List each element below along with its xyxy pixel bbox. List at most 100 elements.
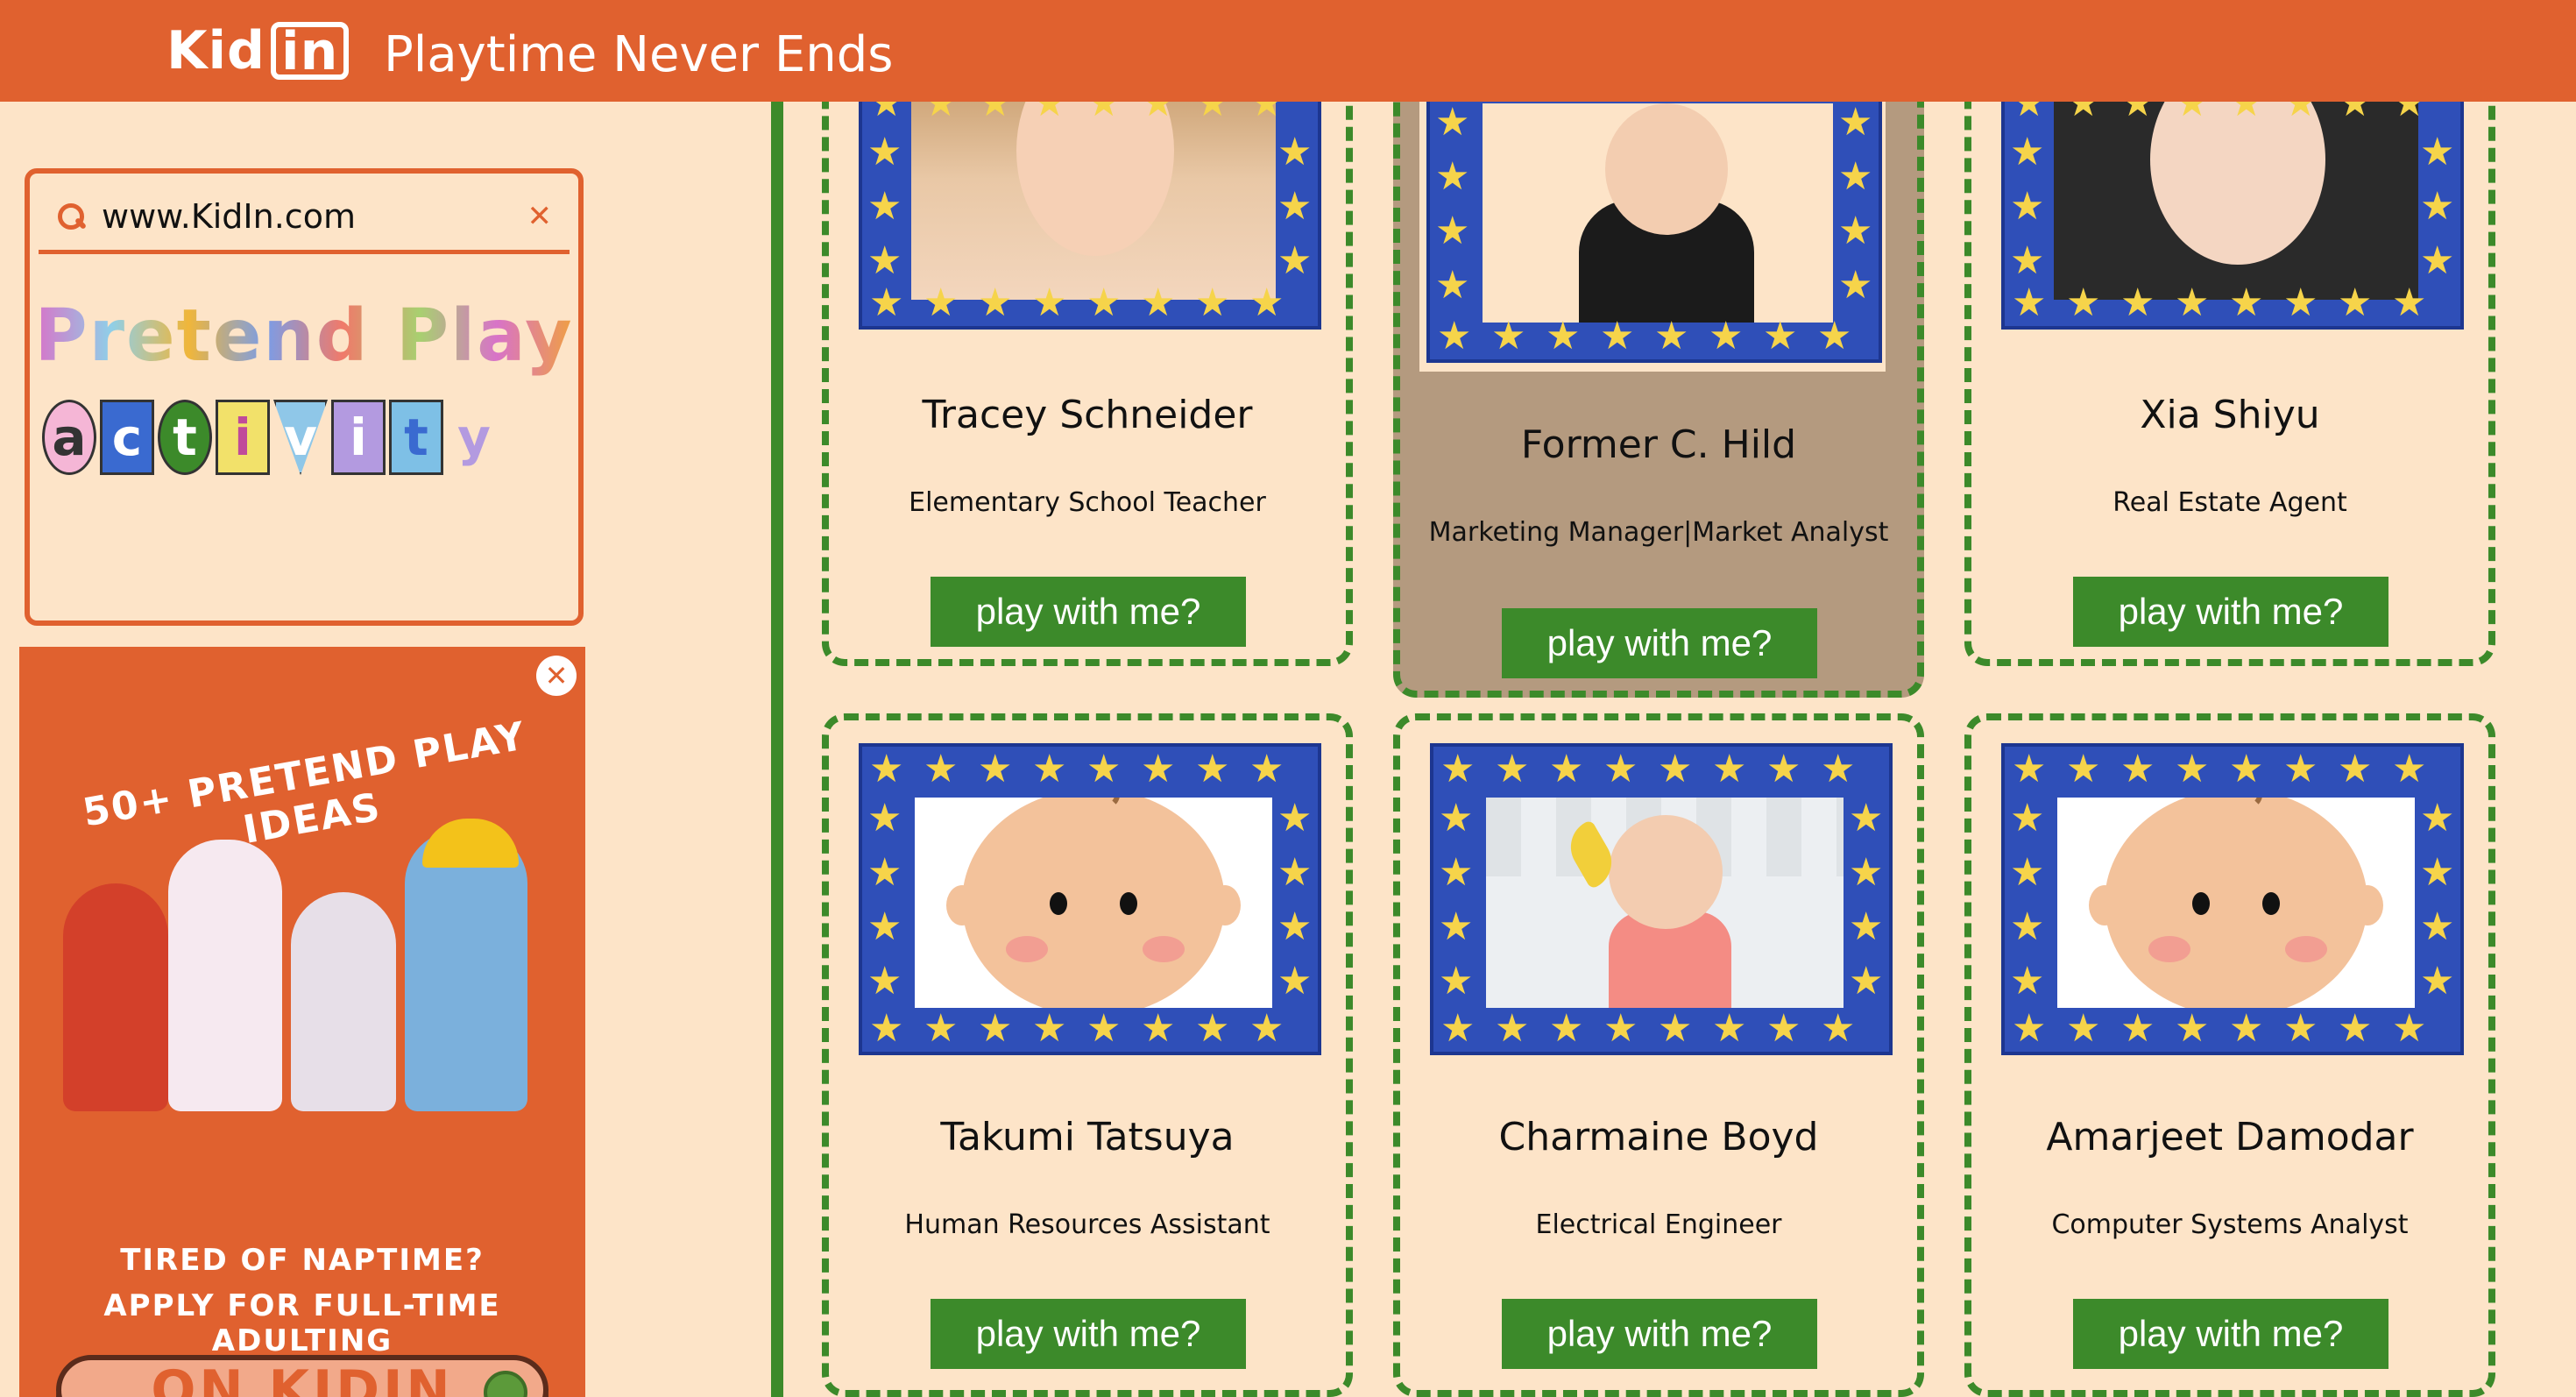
star-icon: ★ — [1603, 1006, 1638, 1051]
star-icon: ★ — [1440, 747, 1476, 791]
profile-name: Takumi Tatsuya — [940, 1115, 1235, 1159]
profile-card[interactable]: ★ ★ ★ ★ ★ ★ ★ ★ ★ ★ ★ ★ ★ ★ ★ ★ ★ ★ ★ ★ ★ ★ Tracey Schneider … — [822, 53, 1353, 666]
star-icon: ★ — [2120, 1006, 2155, 1051]
star-icon: ★ — [2010, 130, 2045, 174]
play-button[interactable]: play with me? — [1502, 608, 1817, 678]
star-icon: ★ — [2010, 238, 2045, 283]
star-icon: ★ — [2010, 959, 2045, 1003]
star-icon: ★ — [2120, 280, 2155, 325]
star-icon: ★ — [1435, 100, 1470, 145]
star-icon: ★ — [1249, 1006, 1284, 1051]
logo-text: Kid — [166, 20, 266, 82]
baby-eye — [1050, 892, 1067, 915]
activity-letter: t — [389, 400, 443, 475]
star-frame: ★★★★★★★★★★★★★★★★★★★★★★★★ — [2001, 743, 2464, 1055]
star-frame: ★ ★ ★ ★ ★ ★ ★ ★ ★ ★ ★ ★ ★ ★ ★ ★ ★ ★ ★ ★ ★ ★ — [2001, 77, 2464, 330]
star-icon: ★ — [1439, 959, 1474, 1003]
star-icon: ★ — [2012, 280, 2047, 325]
ad-cta-button[interactable]: ON KIDIN — [56, 1355, 548, 1397]
profile-role: Real Estate Agent — [2112, 487, 2347, 518]
ad-kids-illustration — [54, 819, 545, 1111]
ad-banner[interactable]: ✕ 50+ PRETEND PLAY IDEAS TIRED OF NAPTIM… — [19, 647, 585, 1397]
profile-card[interactable]: ★ ★ ★ ★ ★ ★ ★ ★ ★ ★ ★ ★ ★ ★ ★ ★ ★ ★ ★ ★ ★ ★ ★ ★ Charmaine Boyd … — [1393, 713, 1924, 1397]
star-icon: ★ — [2175, 1006, 2210, 1051]
star-icon: ★ — [1277, 904, 1313, 949]
star-icon: ★ — [978, 747, 1013, 791]
star-icon: ★ — [1439, 850, 1474, 895]
star-icon: ★ — [1603, 747, 1638, 791]
star-icon: ★ — [2229, 280, 2264, 325]
star-icon: ★ — [2420, 184, 2455, 229]
star-icon: ★ — [2392, 280, 2427, 325]
star-icon: ★ — [2175, 280, 2210, 325]
star-icon: ★ — [2420, 959, 2455, 1003]
star-icon: ★ — [978, 1006, 1013, 1051]
star-icon: ★ — [2338, 280, 2373, 325]
star-icon: ★ — [2283, 1006, 2318, 1051]
star-icon: ★ — [2229, 747, 2264, 791]
play-button[interactable]: play with me? — [2073, 577, 2388, 647]
star-icon: ★ — [924, 280, 959, 325]
kid-figure — [63, 883, 168, 1111]
star-icon: ★ — [2338, 1006, 2373, 1051]
star-icon: ★ — [867, 850, 902, 895]
star-icon: ★ — [2420, 796, 2455, 840]
star-icon: ★ — [1277, 850, 1313, 895]
profile-card[interactable]: ★ ★ ★ ★ ★ ★ ★ ★ ★ ★ ★ ★ ★ ★ ★ ★ ★ ★ ★ ★ ★ ★ ★ ★ Amarjeet Damoda… — [1964, 713, 2495, 1397]
profile-card[interactable]: ★ ★ ★ ★ ★ ★ ★ ★ ★ ★ ★ ★ ★ ★ ★ ★ ★ ★ ★ ★ ★ ★ Xia Shiyu Real Es… — [1964, 53, 2495, 666]
play-button[interactable]: play with me? — [2073, 1299, 2388, 1369]
star-icon: ★ — [2120, 747, 2155, 791]
star-icon: ★ — [1195, 747, 1230, 791]
ad-close-icon[interactable]: ✕ — [536, 656, 577, 696]
profile-name: Former C. Hild — [1520, 422, 1797, 467]
profile-card[interactable]: ★ ★ ★ ★ ★ ★ ★ ★ ★ ★ ★ ★ ★ ★ ★ ★ ★ ★ ★ ★ ★ ★ ★ ★ Takumi Tatsuya … — [822, 713, 1353, 1397]
star-icon: ★ — [867, 238, 902, 283]
ad-subline-1: TIRED OF NAPTIME? — [120, 1243, 485, 1278]
star-icon: ★ — [1277, 130, 1313, 174]
star-icon: ★ — [1439, 796, 1474, 840]
star-icon: ★ — [2010, 796, 2045, 840]
search-input[interactable]: www.KidIn.com — [102, 197, 527, 236]
star-icon: ★ — [1439, 904, 1474, 949]
star-icon: ★ — [1712, 747, 1747, 791]
star-icon: ★ — [869, 280, 904, 325]
search-icon — [484, 1371, 527, 1397]
star-icon: ★ — [1600, 314, 1635, 358]
clear-icon[interactable]: ✕ — [527, 199, 553, 234]
star-icon: ★ — [1654, 314, 1689, 358]
star-icon: ★ — [1249, 747, 1284, 791]
star-icon: ★ — [1277, 959, 1313, 1003]
star-icon: ★ — [1766, 747, 1801, 791]
profile-card[interactable]: ★★★★★★★★★★★★★★★★★★★★★★★★ Former C. Hild … — [1393, 18, 1924, 698]
star-icon: ★ — [2420, 238, 2455, 283]
star-icon: ★ — [2392, 747, 2427, 791]
kidin-logo[interactable]: Kid in — [166, 19, 350, 82]
baby-cheek — [1143, 936, 1185, 962]
star-icon: ★ — [1277, 184, 1313, 229]
star-icon: ★ — [2338, 747, 2373, 791]
play-button[interactable]: play with me? — [931, 577, 1246, 647]
star-icon: ★ — [1195, 1006, 1230, 1051]
star-icon: ★ — [2010, 904, 2045, 949]
profile-photo — [1486, 798, 1844, 1008]
profile-name: Xia Shiyu — [2140, 393, 2320, 437]
pretend-play-text: Pretend Play — [34, 294, 574, 378]
play-button[interactable]: play with me? — [931, 1299, 1246, 1369]
baby-ear — [2352, 885, 2383, 925]
star-icon: ★ — [2420, 904, 2455, 949]
star-icon: ★ — [1849, 904, 1884, 949]
star-icon: ★ — [1838, 209, 1873, 253]
search-bar[interactable]: www.KidIn.com ✕ — [39, 182, 570, 254]
star-icon: ★ — [1849, 850, 1884, 895]
star-icon: ★ — [2229, 1006, 2264, 1051]
star-icon: ★ — [867, 959, 902, 1003]
star-icon: ★ — [1249, 280, 1284, 325]
star-icon: ★ — [1086, 280, 1122, 325]
star-icon: ★ — [2283, 280, 2318, 325]
profile-name: Amarjeet Damodar — [2046, 1115, 2414, 1159]
play-button[interactable]: play with me? — [1502, 1299, 1817, 1369]
star-icon: ★ — [924, 1006, 959, 1051]
search-icon — [56, 202, 86, 231]
star-icon: ★ — [1435, 263, 1470, 308]
star-icon: ★ — [2010, 850, 2045, 895]
